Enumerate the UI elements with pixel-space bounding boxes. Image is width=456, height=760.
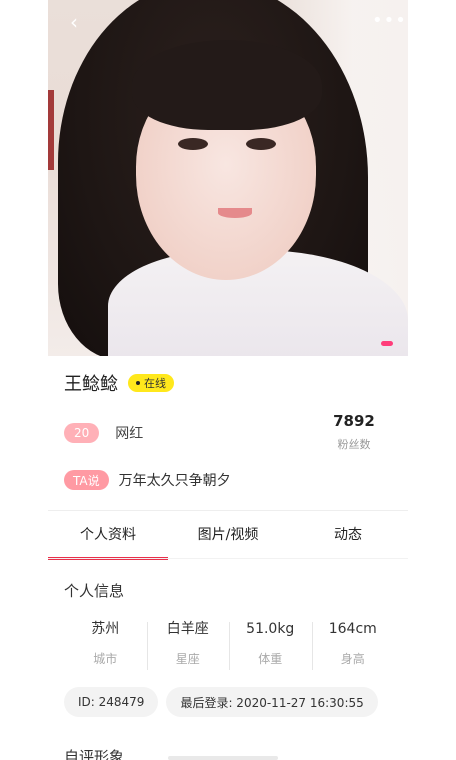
user-id-chip: ID: 248479 [64,687,159,717]
photo-bangs [132,40,322,130]
profile-name: 王鲶鲶 [64,374,118,395]
stat-weight: 51.0kg 体重 [229,618,312,674]
stat-label: 星座 [175,652,200,666]
photo-eye-left [178,138,208,150]
stat-value: 白羊座 [166,621,209,637]
tag-row: 20 网红 [64,423,143,443]
fans-count: 7892 [333,412,375,430]
stat-label: 体重 [258,652,283,666]
tabs-divider [48,558,408,559]
profile-page: ‹ ••• 王鲶鲶 在线 20 网红 7892 粉丝数 TA说 万年太久只争朝夕… [48,0,408,760]
last-login-chip: 最后登录: 2020-11-27 16:30:55 [166,687,378,717]
name-row: 王鲶鲶 在线 [64,370,174,396]
profile-photo[interactable]: ‹ ••• [48,0,408,356]
profile-tabs: 个人资料 图片/视频 动态 [48,518,408,560]
fans-label: 粉丝数 [337,438,371,451]
personal-info-title: 个人信息 [64,582,125,600]
stat-value: 164cm [328,621,377,637]
photo-lips [218,208,252,218]
online-dot-icon [136,381,140,385]
tab-moments[interactable]: 动态 [288,518,408,558]
self-image-title: 自评形象 [64,748,125,760]
photo-edge [48,90,54,170]
occupation-label: 网红 [115,426,144,442]
scroll-indicator [168,756,278,760]
stat-label: 城市 [93,652,118,666]
tab-photos-videos[interactable]: 图片/视频 [168,518,288,558]
signature-text: 万年太久只争朝夕 [118,473,231,489]
signature-row: TA说 万年太久只争朝夕 [64,470,231,490]
more-dots-icon[interactable]: ••• [372,12,406,30]
info-chips: ID: 248479 最后登录: 2020-11-27 16:30:55 [64,687,378,717]
divider [48,510,408,511]
ta-says-badge: TA说 [64,470,109,490]
photo-eye-right [246,138,276,150]
stat-zodiac: 白羊座 星座 [146,618,230,674]
stat-value: 51.0kg [246,621,295,637]
fans-counter[interactable]: 7892 粉丝数 [324,412,384,452]
photo-page-indicator [381,341,393,346]
age-badge: 20 [64,423,100,443]
tab-profile[interactable]: 个人资料 [48,518,168,560]
personal-info-stats: 苏州 城市 白羊座 星座 51.0kg 体重 164cm 身高 [64,618,394,674]
stat-height: 164cm 身高 [311,618,395,674]
stat-value: 苏州 [91,621,120,637]
online-status-badge: 在线 [128,374,174,392]
chevron-left-icon[interactable]: ‹ [70,12,90,32]
stat-city: 苏州 城市 [64,618,147,674]
stat-label: 身高 [340,652,365,666]
online-status-label: 在线 [144,377,166,390]
